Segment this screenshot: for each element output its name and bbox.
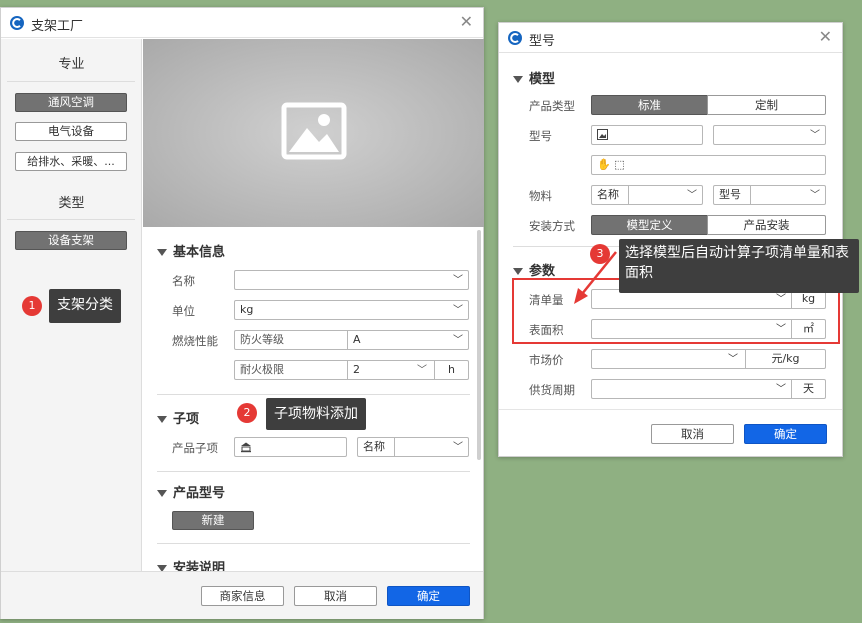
params-section[interactable]: 参数 — [513, 260, 555, 279]
image-placeholder-icon — [281, 102, 347, 160]
library-icon — [241, 442, 251, 453]
product-type-custom[interactable]: 定制 — [707, 95, 826, 115]
install-product-install[interactable]: 产品安装 — [707, 215, 826, 235]
collapse-triangle-icon — [157, 416, 167, 423]
chevron-down-icon: ﹀ — [453, 275, 463, 286]
left-footer: 商家信息 取消 确定 — [1, 571, 483, 619]
annotation-2-tooltip: 子项物料添加 — [266, 398, 366, 430]
supply-period-label: 供货周期 — [529, 383, 575, 397]
annotation-1-tooltip: 支架分类 — [49, 289, 121, 323]
product-subitem-label: 产品子项 — [172, 441, 218, 455]
annotation-1-badge: 1 — [22, 296, 42, 316]
product-type-standard[interactable]: 标准 — [591, 95, 708, 115]
type-heading: 类型 — [58, 196, 85, 211]
sub-items-section[interactable]: 子项 — [157, 408, 199, 427]
hand-pointer-icon: ✋ — [597, 158, 611, 171]
close-icon[interactable]: ✕ — [460, 14, 473, 30]
model-image-input[interactable] — [591, 125, 703, 145]
unit-select[interactable]: kg ﹀ — [234, 300, 469, 320]
major-item-plumbing[interactable]: 给排水、采暖、... — [15, 152, 127, 171]
close-icon[interactable]: ✕ — [819, 29, 832, 45]
basic-info-section[interactable]: 基本信息 — [157, 241, 225, 260]
install-section[interactable]: 安装说明 — [157, 557, 225, 571]
model-cancel-button[interactable]: 取消 — [651, 424, 734, 444]
chevron-down-icon: ﹀ — [728, 354, 738, 365]
ok-button[interactable]: 确定 — [387, 586, 470, 606]
chevron-down-icon: ﹀ — [810, 130, 820, 141]
model-select[interactable]: ﹀ — [713, 125, 826, 145]
subitem-name-select[interactable]: 名称 ﹀ — [357, 437, 469, 457]
left-titlebar: 支架工厂 ✕ — [1, 8, 483, 38]
model-section[interactable]: 模型 — [513, 68, 555, 87]
major-item-electrical[interactable]: 电气设备 — [15, 122, 127, 141]
material-model-select[interactable]: 型号 ﹀ — [713, 185, 826, 205]
chevron-down-icon: ﹀ — [453, 335, 463, 346]
fire-performance-label: 燃烧性能 — [172, 334, 218, 348]
collapse-triangle-icon — [513, 268, 523, 275]
chevron-down-icon: ﹀ — [810, 190, 820, 201]
model-label: 型号 — [529, 129, 552, 143]
product-type-label: 产品类型 — [529, 99, 575, 113]
fire-limit-select[interactable]: 耐火极限 2 ﹀ h — [234, 360, 469, 380]
chevron-down-icon: ﹀ — [417, 365, 427, 376]
unit-label: 单位 — [172, 304, 195, 318]
model-pick-input[interactable]: ✋ ⬚ — [591, 155, 826, 175]
chevron-down-icon: ﹀ — [687, 190, 697, 201]
name-select[interactable]: ﹀ — [234, 270, 469, 290]
type-item-equipment-bracket[interactable]: 设备支架 — [15, 231, 127, 250]
market-price-input[interactable]: ﹀ 元/kg — [591, 349, 826, 369]
right-titlebar: 型号 ✕ — [499, 23, 842, 53]
collapse-triangle-icon — [157, 490, 167, 497]
market-price-label: 市场价 — [529, 353, 564, 367]
install-method-label: 安装方式 — [529, 219, 575, 233]
collapse-triangle-icon — [513, 76, 523, 83]
supply-period-input[interactable]: ﹀ 天 — [591, 379, 826, 399]
install-model-definition[interactable]: 模型定义 — [591, 215, 708, 235]
vendor-info-button[interactable]: 商家信息 — [201, 586, 284, 606]
annotation-3-badge: 3 — [590, 244, 610, 264]
annotation-3-tooltip: 选择模型后自动计算子项清单量和表面积 — [619, 239, 859, 293]
cancel-button[interactable]: 取消 — [294, 586, 377, 606]
right-window-title: 型号 — [529, 34, 556, 49]
cursor-icon: ⬚ — [614, 158, 625, 171]
collapse-triangle-icon — [157, 249, 167, 256]
material-label: 物料 — [529, 189, 552, 203]
preview-image — [143, 39, 484, 227]
new-model-button[interactable]: 新建 — [172, 511, 254, 530]
app-logo-icon — [10, 16, 24, 30]
chevron-down-icon: ﹀ — [453, 305, 463, 316]
fire-grade-select[interactable]: 防火等级 A ﹀ — [234, 330, 469, 350]
major-item-hvac[interactable]: 通风空调 — [15, 93, 127, 112]
chevron-down-icon: ﹀ — [776, 384, 786, 395]
name-label: 名称 — [172, 274, 195, 288]
annotation-2-badge: 2 — [237, 403, 257, 423]
app-logo-icon — [508, 31, 522, 45]
product-subitem-input[interactable] — [234, 437, 347, 457]
major-heading: 专业 — [58, 57, 85, 72]
material-name-select[interactable]: 名称 ﹀ — [591, 185, 703, 205]
product-model-section[interactable]: 产品型号 — [157, 482, 225, 501]
form-scrollbar[interactable] — [477, 230, 481, 460]
left-window-title: 支架工厂 — [31, 19, 84, 34]
chevron-down-icon: ﹀ — [453, 442, 463, 453]
image-icon — [597, 129, 608, 140]
model-ok-button[interactable]: 确定 — [744, 424, 827, 444]
